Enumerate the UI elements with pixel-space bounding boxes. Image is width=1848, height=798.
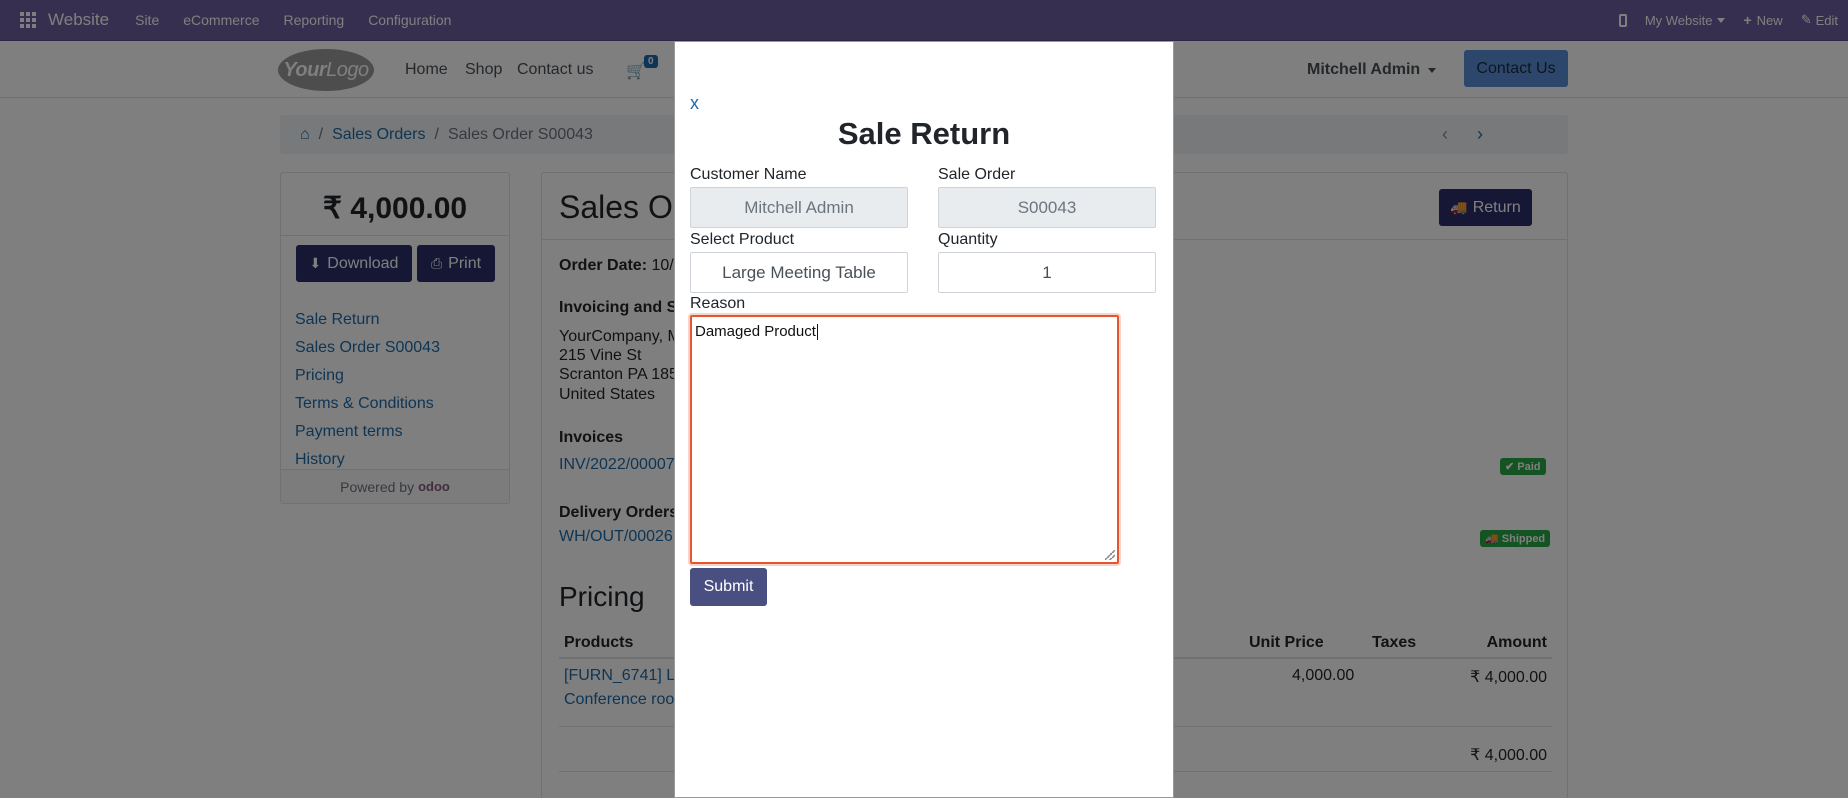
sale-order-label: Sale Order <box>938 166 1016 183</box>
quantity-label: Quantity <box>938 231 998 248</box>
text-cursor <box>816 324 818 340</box>
select-product-label: Select Product <box>690 231 795 248</box>
sale-order-field[interactable]: S00043 <box>938 187 1156 228</box>
sale-return-modal: x Sale Return Customer Name Mitchell Adm… <box>674 41 1174 798</box>
select-product-dropdown[interactable]: Large Meeting Table <box>690 252 908 293</box>
submit-button[interactable]: Submit <box>690 568 767 606</box>
customer-name-field[interactable]: Mitchell Admin <box>690 187 908 228</box>
modal-title: Sale Return <box>837 116 1011 151</box>
reason-label: Reason <box>690 295 746 312</box>
reason-textarea[interactable]: Damaged Product <box>690 315 1119 564</box>
resize-handle-icon[interactable] <box>1105 550 1115 560</box>
customer-name-label: Customer Name <box>690 166 807 183</box>
close-button[interactable]: x <box>690 93 699 114</box>
quantity-field[interactable]: 1 <box>938 252 1156 293</box>
